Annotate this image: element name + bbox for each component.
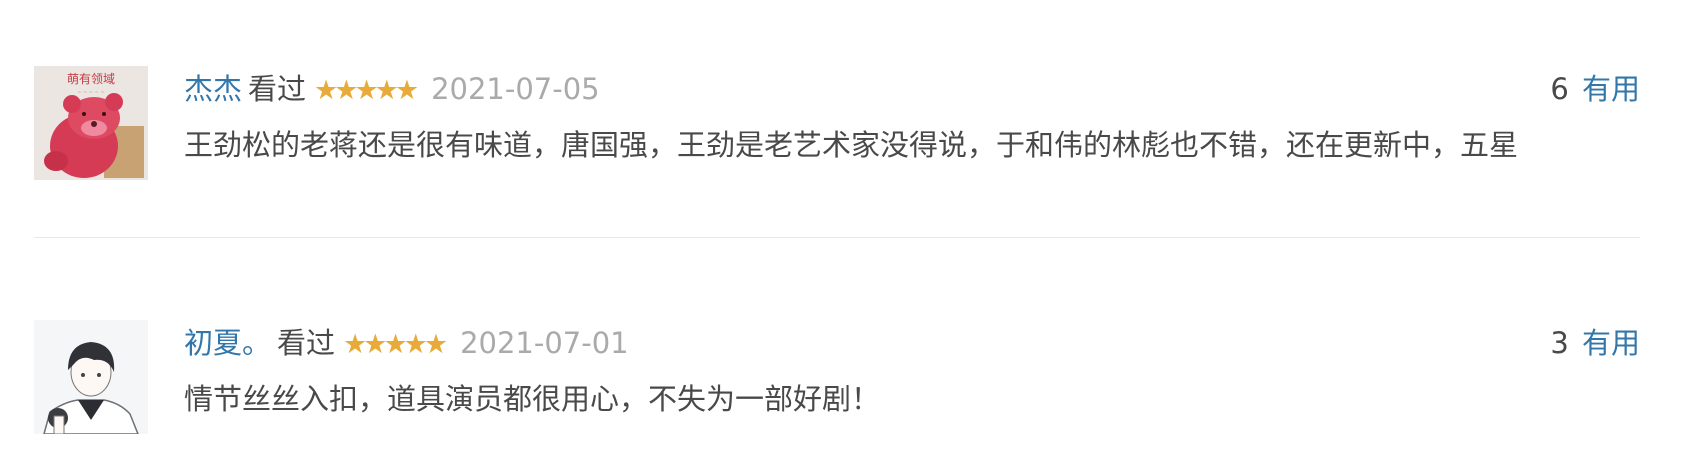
watched-tag: 看过 <box>277 326 336 360</box>
watched-tag: 看过 <box>248 72 307 106</box>
useful-vote-link[interactable]: 有用 <box>1582 72 1640 106</box>
rating-stars: ★★★★★ <box>343 329 448 360</box>
rating-stars: ★★★★★ <box>314 75 419 106</box>
vote-section: 6 有用 <box>1550 72 1640 106</box>
username-link[interactable]: 初夏。 <box>184 326 271 360</box>
useful-vote-link[interactable]: 有用 <box>1582 326 1640 360</box>
comment-date: 2021-07-01 <box>460 326 629 360</box>
comment-meta: 杰杰 看过 ★★★★★ 2021-07-05 <box>184 72 600 106</box>
avatar-image <box>34 320 148 434</box>
avatar[interactable] <box>34 320 148 434</box>
avatar[interactable]: 萌有领域 ~ ~ ~ ~ ~ <box>34 66 148 180</box>
avatar-image: 萌有领域 ~ ~ ~ ~ ~ <box>34 66 148 180</box>
comment-date: 2021-07-05 <box>431 72 600 106</box>
comment-text: 情节丝丝入扣，道具演员都很用心，不失为一部好剧！ <box>184 382 881 416</box>
comment-item: 初夏。 看过 ★★★★★ 2021-07-01 3 有用 情节丝丝入扣，道具演员都很用… <box>34 320 1640 434</box>
comment-divider <box>34 237 1640 238</box>
svg-text:~ ~ ~ ~ ~: ~ ~ ~ ~ ~ <box>77 90 104 96</box>
vote-count: 6 <box>1550 72 1569 106</box>
avatar-logo-text: 萌有领域 <box>67 72 115 86</box>
vote-count: 3 <box>1550 326 1569 360</box>
username-link[interactable]: 杰杰 <box>184 72 242 106</box>
vote-section: 3 有用 <box>1550 326 1640 360</box>
comment-meta: 初夏。 看过 ★★★★★ 2021-07-01 <box>184 326 629 360</box>
comment-text: 王劲松的老蒋还是很有味道，唐国强，王劲是老艺术家没得说，于和伟的林彪也不错，还在… <box>184 128 1519 162</box>
